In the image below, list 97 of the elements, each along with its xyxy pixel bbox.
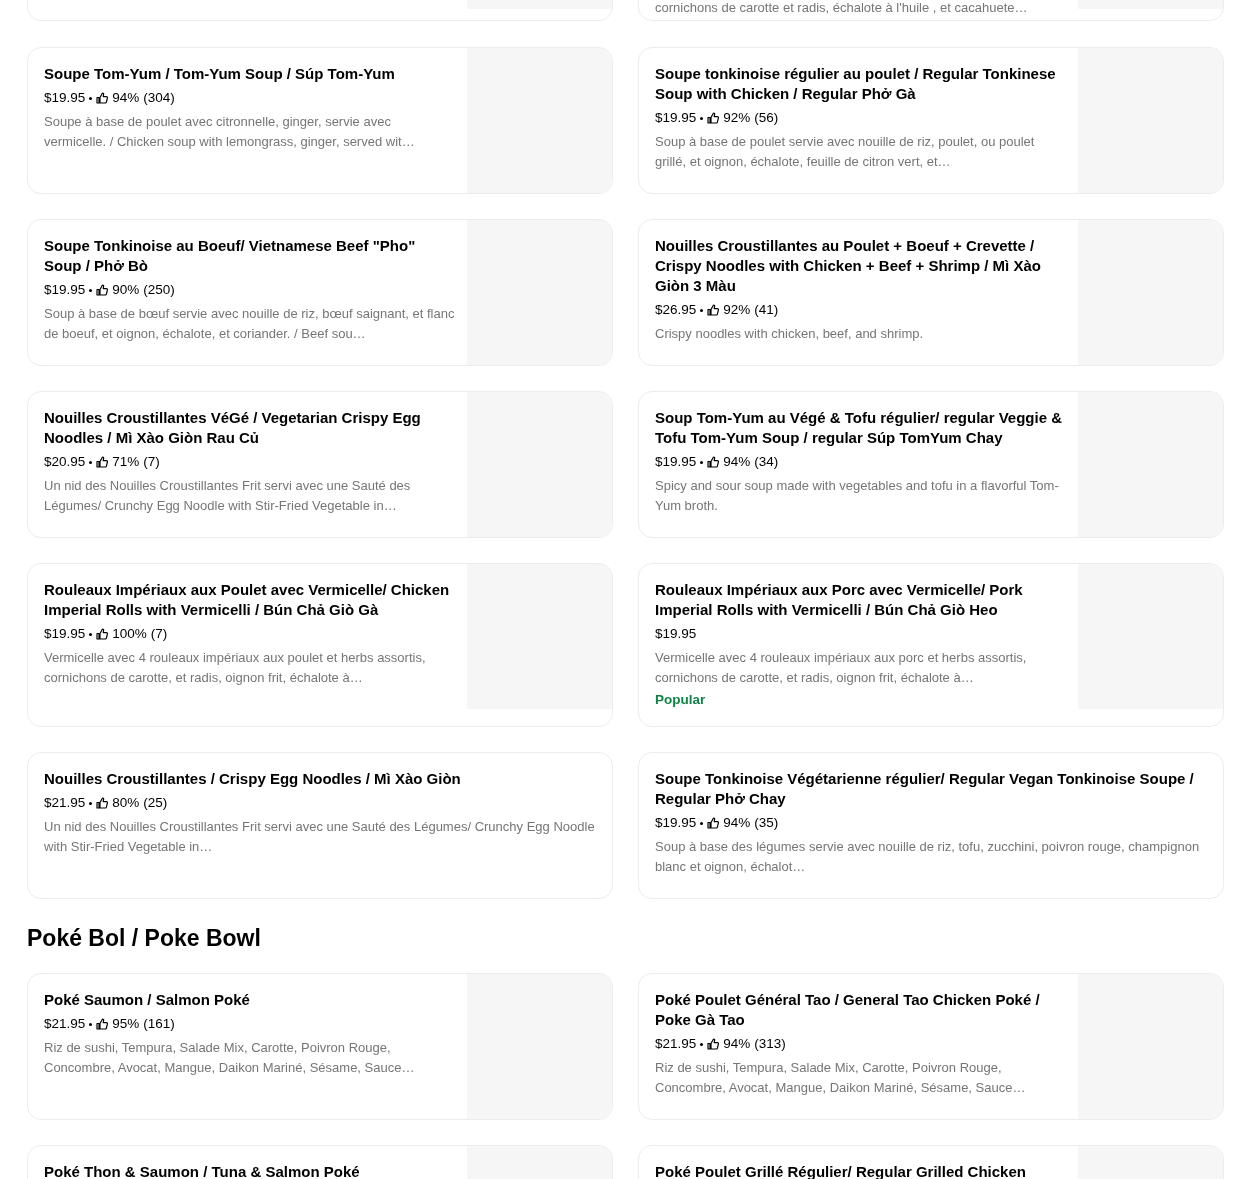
thumbs-up-icon	[707, 304, 720, 316]
separator-dot	[89, 801, 93, 805]
thumbs-up-icon	[96, 797, 109, 809]
menu-item-card[interactable]: Soupe Tom-Yum / Tom-Yum Soup / Súp Tom-Yum $19.95 94% (304) Soupe à base de poulet avec citronnelle, ginger, servie avec vermicelle. / Chicken soup with lemongrass, ginger, served wit…	[27, 47, 613, 194]
menu-item-card[interactable]: Poké Thon & Saumon / Tuna & Salmon Poké	[27, 1145, 613, 1179]
review-count: (7)	[143, 453, 160, 471]
review-count: (313)	[754, 1035, 786, 1053]
item-price: $21.95	[44, 1015, 86, 1033]
item-description: Vermicelle avec 4 rouleaux impériaux aux poulet et herbs assortis, cornichons de carotte, et radis, oignon frit, échalote à…	[44, 649, 427, 687]
menu-item-card[interactable]: cornichons de carotte et radis, échalote à l'huile , et cacahuete…	[638, 0, 1224, 21]
thumbs-up-icon	[707, 456, 720, 468]
item-description: Riz de sushi, Tempura, Salade Mix, Carotte, Poivron Rouge, Concombre, Avocat, Mangue, Daikon Mariné, Sésame, Sauce…	[655, 1059, 1027, 1097]
menu-item-card[interactable]	[27, 391, 613, 538]
item-title: Soupe Tom-Yum / Tom-Yum Soup / Súp Tom-Yum	[44, 64, 396, 84]
item-description: Vermicelle avec 4 rouleaux impériaux aux porc et herbs assortis, cornichons de carotte, et radis, oignon frit, échalote à…	[655, 649, 1028, 687]
menu-item-card[interactable]	[638, 47, 1224, 194]
item-title: Soup Tom-Yum au Végé & Tofu régulier/ regular Veggie & Tofu Tom-Yum Soup / regular Súp TomYum Chay	[655, 408, 1063, 448]
separator-dot	[700, 821, 704, 825]
item-title: Nouilles Croustillantes / Crispy Egg Noodles / Mì Xào Giòn	[44, 769, 462, 789]
item-title: Soupe Tonkinoise au Boeuf/ Vietnamese Beef "Pho" Soup / Phở Bò	[44, 236, 417, 276]
thumbs-up-icon	[96, 456, 109, 468]
item-price: $19.95	[655, 814, 697, 832]
item-price: $19.95	[44, 625, 86, 643]
item-price: $19.95	[44, 281, 86, 299]
item-rating: 94%	[112, 89, 140, 107]
item-price: $19.95	[655, 625, 697, 643]
item-rating: 90%	[112, 281, 140, 299]
item-description: Crispy noodles with chicken, beef, and shrimp.	[655, 325, 925, 343]
item-rating: 80%	[112, 794, 140, 812]
separator-dot	[700, 460, 704, 464]
review-count: (304)	[143, 89, 175, 107]
review-count: (250)	[143, 281, 175, 299]
item-description: cornichons de carotte et radis, échalote à l'huile , et cacahuete…	[655, 0, 1029, 16]
item-price: $19.95	[44, 89, 86, 107]
item-description: Soup à base de bœuf servie avec nouille de riz, bœuf saignant, et flanc de boeuf, et oignon, échalote, et coriander. / Beef sou…	[44, 305, 455, 343]
thumbs-up-icon	[707, 112, 720, 124]
item-description: Un nid des Nouilles Croustillantes Frit servi avec une Sauté des Légumes/ Crunchy Egg Noodle with Stir-Fried Vegetable in…	[44, 818, 596, 856]
item-title: Soupe Tonkinoise Végétarienne régulier/ Regular Vegan Tonkinoise Soupe / Regular Phở Chay	[655, 769, 1195, 809]
item-rating: 100%	[112, 625, 147, 643]
separator-dot	[89, 632, 93, 636]
item-title: Soupe tonkinoise régulier au poulet / Regular Tonkinese Soup with Chicken / Regular Phở Gà	[655, 64, 1057, 104]
thumbs-up-icon	[96, 284, 109, 296]
item-description: Soup à base de poulet servie avec nouille de riz, poulet, ou poulet grillé, et oignon, échalote, feuille de citron vert, et…	[655, 133, 1036, 171]
review-count: (34)	[754, 453, 779, 471]
item-price: $19.95	[655, 109, 697, 127]
thumbs-up-icon	[707, 817, 720, 829]
review-count: (35)	[754, 814, 779, 832]
item-rating: 94%	[723, 814, 751, 832]
item-title: Nouilles Croustillantes au Poulet + Boeuf + Crevette / Crispy Noodles with Chicken + Beef + Shrimp / Mì Xào Giòn 3 Màu	[655, 236, 1042, 296]
separator-dot	[89, 96, 93, 100]
item-price: $19.95	[655, 453, 697, 471]
thumbs-up-icon	[96, 1018, 109, 1030]
menu-item-card[interactable]	[27, 563, 613, 727]
review-count: (25)	[143, 794, 168, 812]
thumbs-up-icon	[96, 628, 109, 640]
item-price: $20.95	[44, 453, 86, 471]
separator-dot	[700, 116, 704, 120]
item-rating: 94%	[723, 453, 751, 471]
separator-dot	[89, 1022, 93, 1026]
review-count: (56)	[754, 109, 779, 127]
item-price: $26.95	[655, 301, 697, 319]
thumbs-up-icon	[96, 92, 109, 104]
thumbs-up-icon	[707, 1038, 720, 1050]
section-heading: Poké Bol / Poke Bowl	[27, 924, 262, 953]
menu-item-card[interactable]: Poké Saumon / Salmon Poké $21.95 95% (161) Riz de sushi, Tempura, Salade Mix, Carotte, Poivron Rouge, Concombre, Avocat, Mangue, Daikon Mariné, Sésame, Sauce…	[27, 973, 613, 1120]
separator-dot	[700, 1042, 704, 1046]
item-title: Rouleaux Impériaux aux Porc avec Vermicelle/ Pork Imperial Rolls with Vermicelli / Bún Chả Giò Heo	[655, 580, 1024, 620]
item-description: Soupe à base de poulet avec citronnelle, ginger, servie avec vermicelle. / Chicken soup with lemongrass, ginger, served wit…	[44, 113, 416, 151]
menu-item-card[interactable]: Nouilles Croustillantes / Crispy Egg Noodles / Mì Xào Giòn $21.95 80% (25) Un nid des Nouilles Croustillantes Frit servi avec une Sauté des Légumes/ Crunchy Egg Noodle with Stir-Fried Vegetable in…	[27, 752, 613, 899]
item-rating: 71%	[112, 453, 140, 471]
item-description: Riz de sushi, Tempura, Salade Mix, Carotte, Poivron Rouge, Concombre, Avocat, Mangue, Daikon Mariné, Sésame, Sauce…	[44, 1039, 416, 1077]
item-description: Un nid des Nouilles Croustillantes Frit servi avec une Sauté des Légumes/ Crunchy Egg Noodle with Stir-Fried Vegetable in…	[44, 477, 412, 515]
item-rating: 92%	[723, 301, 751, 319]
popular-label: Popular	[655, 691, 707, 709]
menu-item-card[interactable]	[638, 752, 1224, 899]
menu-item-card[interactable]	[27, 219, 613, 366]
item-description: Soup à base des légumes servie avec nouille de riz, tofu, zucchini, poivron rouge, champignon blanc et oignon, échalot…	[655, 838, 1201, 876]
item-title: Nouilles Croustillantes VéGé / Vegetarian Crispy Egg Noodles / Mì Xào Giòn Rau Củ	[44, 408, 422, 448]
item-description: Spicy and sour soup made with vegetables and tofu in a flavorful Tom-Yum broth.	[655, 477, 1060, 515]
menu-item-card[interactable]: Soup Tom-Yum au Végé & Tofu régulier/ regular Veggie & Tofu Tom-Yum Soup / regular Súp TomYum Chay $19.95 94% (34) Spicy and sour soup made with vegetables and tofu in a flavorful Tom-Yum broth.	[638, 391, 1224, 538]
item-title: Rouleaux Impériaux aux Poulet avec Vermicelle/ Chicken Imperial Rolls with Vermicelli / Bún Chả Giò Gà	[44, 580, 451, 620]
item-price: $21.95	[44, 794, 86, 812]
menu-item-card[interactable]: Nouilles Croustillantes au Poulet + Boeuf + Crevette / Crispy Noodles with Chicken + Beef + Shrimp / Mì Xào Giòn 3 Màu $26.95 92% (41) Crispy noodles with chicken, beef, and shrimp.	[638, 219, 1224, 366]
menu-item-card[interactable]: Poké Poulet Général Tao / General Tao Chicken Poké / Poke Gà Tao $21.95 94% (313) Riz de sushi, Tempura, Salade Mix, Carotte, Poivron Rouge, Concombre, Avocat, Mangue, Daikon Mariné, Sésame, Sauce…	[638, 973, 1224, 1120]
item-rating: 94%	[723, 1035, 751, 1053]
item-rating: 92%	[723, 109, 751, 127]
item-price: $21.95	[655, 1035, 697, 1053]
item-title: Poké Saumon / Salmon Poké	[44, 990, 251, 1010]
review-count: (41)	[754, 301, 779, 319]
item-rating: 95%	[112, 1015, 140, 1033]
item-title: Poké Thon & Saumon / Tuna & Salmon Poké	[44, 1162, 361, 1179]
separator-dot	[700, 308, 704, 312]
separator-dot	[89, 460, 93, 464]
review-count: (7)	[150, 625, 168, 643]
review-count: (161)	[143, 1015, 175, 1033]
item-title: Poké Poulet Général Tao / General Tao Chicken Poké / Poke Gà Tao	[655, 990, 1041, 1030]
separator-dot	[89, 288, 93, 292]
